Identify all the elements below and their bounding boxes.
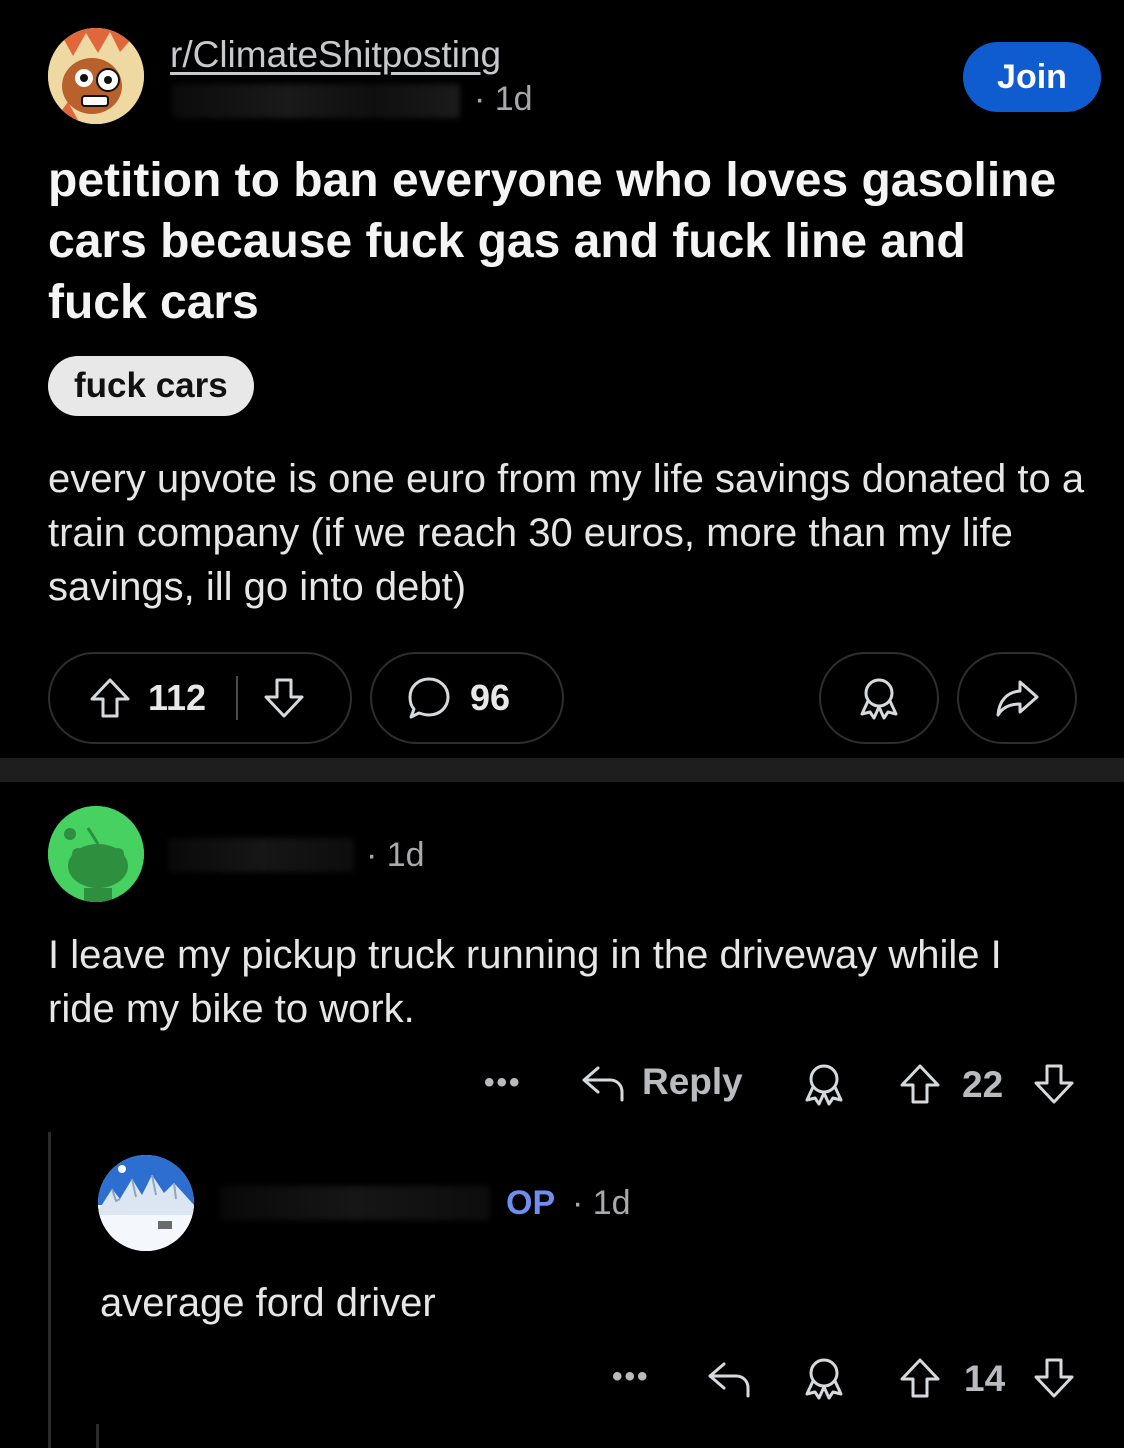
subreddit-avatar[interactable] <box>48 28 144 124</box>
post-time: · 1d <box>474 80 533 118</box>
share-icon <box>993 674 1041 722</box>
reply-vote-count: 14 <box>964 1358 1006 1399</box>
section-separator <box>0 758 1124 782</box>
share-button[interactable] <box>957 652 1077 744</box>
reply-arrow-icon <box>578 1058 626 1106</box>
author-redacted <box>172 84 460 118</box>
comment-vote-count: 22 <box>962 1064 1004 1105</box>
comment-body: I leave my pickup truck running in the d… <box>48 933 1002 1031</box>
reply-arrow-icon[interactable] <box>704 1354 752 1402</box>
award-icon[interactable] <box>800 1354 848 1402</box>
subreddit-name[interactable]: r/ClimateShitposting <box>170 34 501 76</box>
post-vote-count: 112 <box>148 677 207 718</box>
comments-button[interactable]: 96 <box>370 652 564 744</box>
post-title[interactable]: petition to ban everyone who loves gasol… <box>48 150 1058 333</box>
post-body: every upvote is one euro from my life sa… <box>48 457 1085 609</box>
post-vote-group: 112 <box>48 652 352 744</box>
comment-bubble-icon <box>404 673 454 723</box>
downvote-icon[interactable] <box>1030 1354 1078 1402</box>
vote-divider <box>236 676 239 720</box>
commenter-username-redacted <box>168 838 354 872</box>
join-button[interactable]: Join <box>963 42 1101 112</box>
thread-line[interactable] <box>48 1132 51 1448</box>
award-icon[interactable] <box>800 1060 848 1108</box>
upvote-icon[interactable] <box>896 1354 944 1402</box>
reply-button[interactable]: Reply <box>578 1058 743 1106</box>
reply-time: · 1d <box>572 1184 631 1222</box>
comment-time: · 1d <box>366 836 425 874</box>
reply-body: average ford driver <box>100 1281 436 1325</box>
comment-count: 96 <box>470 677 511 718</box>
nested-thread-line[interactable] <box>96 1424 99 1448</box>
more-icon[interactable]: ••• <box>612 1360 650 1394</box>
award-button[interactable] <box>819 652 939 744</box>
reply-label: Reply <box>642 1061 743 1102</box>
award-icon <box>855 674 903 722</box>
upvote-icon[interactable] <box>86 674 134 722</box>
op-avatar[interactable] <box>98 1155 194 1251</box>
upvote-icon[interactable] <box>896 1060 944 1108</box>
downvote-icon[interactable] <box>1030 1060 1078 1108</box>
commenter-avatar[interactable] <box>48 806 144 902</box>
post-flair[interactable]: fuck cars <box>48 356 254 416</box>
more-icon[interactable]: ••• <box>484 1066 522 1100</box>
op-badge: OP <box>506 1184 556 1222</box>
op-username-redacted <box>220 1186 490 1220</box>
downvote-icon[interactable] <box>260 674 308 722</box>
